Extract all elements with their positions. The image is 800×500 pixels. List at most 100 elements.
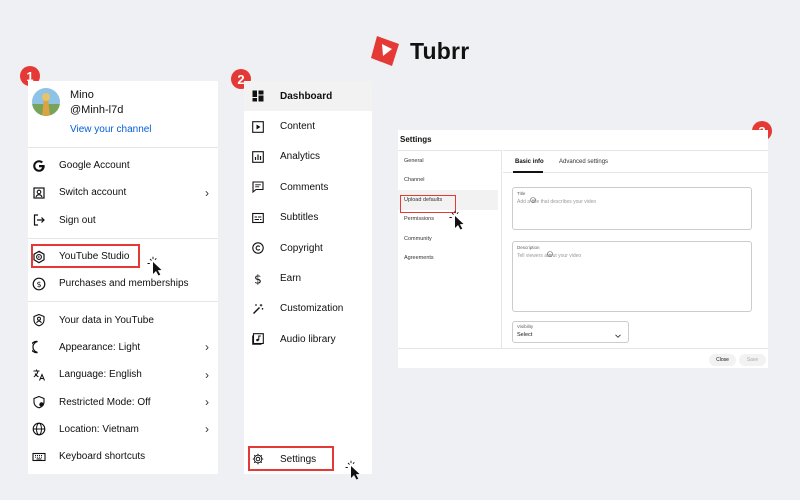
- nav-item-subtitles[interactable]: Subtitles: [244, 203, 372, 233]
- nav-item-earn[interactable]: $ Earn: [244, 263, 372, 293]
- visibility-select[interactable]: Visibility Select: [512, 321, 629, 343]
- sign-out-icon: [31, 212, 47, 228]
- settings-tab-channel[interactable]: Channel: [398, 171, 501, 191]
- nav-item-analytics[interactable]: Analytics: [244, 142, 372, 172]
- settings-tab-community[interactable]: Community: [398, 229, 501, 249]
- menu-group-studio: YouTube Studio $ Purchases and membershi…: [28, 239, 218, 303]
- chevron-down-icon: [614, 327, 622, 345]
- translate-icon: [31, 367, 47, 383]
- tab-bar: Basic info Advanced settings: [503, 151, 768, 173]
- chevron-right-icon: ›: [205, 422, 209, 437]
- dialog-footer: Close Save: [398, 348, 768, 368]
- menu-item-google-account[interactable]: Google Account: [28, 152, 218, 179]
- shield-person-icon: [31, 312, 47, 328]
- brand-name: Tubrr: [410, 37, 470, 64]
- settings-tab-agreements[interactable]: Agreements: [398, 249, 501, 269]
- nav-item-dashboard[interactable]: Dashboard: [244, 81, 372, 112]
- nav-item-label: Audio library: [280, 333, 336, 345]
- nav-item-label: Customization: [280, 303, 344, 315]
- nav-item-comments[interactable]: Comments: [244, 172, 372, 202]
- dashboard-icon: [251, 89, 265, 103]
- menu-item-label: Appearance: Light: [59, 341, 141, 353]
- keyboard-icon: [31, 449, 47, 465]
- subtitles-icon: [251, 211, 265, 225]
- title-field-label: Title: [517, 191, 526, 196]
- cursor-click-icon: [449, 210, 464, 230]
- menu-item-label: Purchases and memberships: [59, 278, 189, 290]
- tab-basic-info[interactable]: Basic info: [515, 159, 544, 165]
- upload-defaults-panel: Basic info Advanced settings Title Add a…: [503, 150, 768, 348]
- menu-item-appearance[interactable]: Appearance: Light ›: [28, 334, 218, 361]
- analytics-icon: [251, 150, 265, 164]
- nav-item-customization[interactable]: Customization: [244, 294, 372, 324]
- nav-item-audio-library[interactable]: Audio library: [244, 324, 372, 354]
- cursor-click-icon: [345, 460, 360, 480]
- nav-item-content[interactable]: Content: [244, 111, 372, 141]
- globe-icon: [31, 421, 47, 437]
- info-icon: [547, 244, 553, 262]
- avatar[interactable]: [32, 88, 60, 116]
- moon-icon: [31, 339, 47, 355]
- menu-item-label: Sign out: [59, 214, 96, 226]
- visibility-label: Visibility: [517, 324, 534, 329]
- nav-item-label: Earn: [280, 273, 302, 285]
- title-field-placeholder: Add a title that describes your video: [517, 199, 597, 205]
- chevron-right-icon: ›: [205, 395, 209, 410]
- nav-item-label: Analytics: [280, 151, 321, 163]
- menu-item-your-data[interactable]: Your data in YouTube: [28, 306, 218, 333]
- nav-item-label: Subtitles: [280, 212, 319, 224]
- svg-text:$: $: [36, 280, 41, 289]
- menu-item-label: Your data in YouTube: [59, 314, 154, 326]
- nav-item-label: Dashboard: [280, 90, 333, 102]
- menu-item-switch-account[interactable]: Switch account ›: [28, 179, 218, 206]
- comments-icon: [251, 180, 265, 194]
- audio-library-icon: [251, 332, 265, 346]
- save-button[interactable]: Save: [739, 354, 766, 366]
- menu-item-sign-out[interactable]: Sign out: [28, 207, 218, 234]
- close-button[interactable]: Close: [709, 354, 736, 366]
- menu-item-label: Restricted Mode: Off: [59, 396, 151, 408]
- settings-sidebar: General Channel Upload defaults Permissi…: [398, 150, 502, 348]
- menu-item-label: Switch account: [59, 187, 127, 199]
- youtube-studio-icon: [31, 249, 47, 265]
- dollar-icon: $: [251, 272, 265, 286]
- description-field-label: Description: [517, 245, 540, 250]
- menu-item-language[interactable]: Language: English ›: [28, 361, 218, 388]
- menu-item-youtube-studio[interactable]: YouTube Studio: [28, 243, 218, 270]
- active-tab-indicator: [513, 171, 543, 173]
- menu-item-restricted-mode[interactable]: Restricted Mode: Off ›: [28, 388, 218, 415]
- chevron-right-icon: ›: [205, 367, 209, 382]
- menu-item-label: Location: Vietnam: [59, 423, 139, 435]
- menu-item-purchases[interactable]: $ Purchases and memberships: [28, 270, 218, 297]
- copyright-icon: [251, 241, 265, 255]
- settings-dialog: Settings General Channel Upload defaults…: [398, 130, 768, 368]
- content-icon: [251, 120, 265, 134]
- menu-group-account: Google Account Switch account › Sign out: [28, 148, 218, 239]
- tubrr-logo-icon: [371, 36, 399, 66]
- dollar-icon: $: [31, 276, 47, 292]
- menu-item-location[interactable]: Location: Vietnam ›: [28, 416, 218, 443]
- visibility-value: Select: [517, 332, 533, 338]
- tubrr-logo: Tubrr: [369, 34, 469, 68]
- nav-item-label: Copyright: [280, 242, 323, 254]
- menu-group-settings: Your data in YouTube Appearance: Light ›…: [28, 302, 218, 474]
- cursor-click-icon: [147, 256, 162, 276]
- account-menu: Mino @Minh-l7d View your channel Google …: [28, 81, 218, 474]
- profile-name: Mino: [70, 89, 94, 101]
- menu-item-label: Language: English: [59, 369, 142, 381]
- menu-item-label: Google Account: [59, 160, 130, 172]
- restricted-shield-icon: [31, 394, 47, 410]
- google-icon: [31, 158, 47, 174]
- menu-item-keyboard-shortcuts[interactable]: Keyboard shortcuts: [28, 443, 218, 470]
- menu-item-label: YouTube Studio: [59, 251, 130, 263]
- profile-handle: @Minh-l7d: [70, 104, 124, 116]
- magic-wand-icon: [251, 302, 265, 316]
- title-field[interactable]: Title Add a title that describes your vi…: [512, 187, 752, 230]
- nav-item-copyright[interactable]: Copyright: [244, 233, 372, 263]
- view-channel-link[interactable]: View your channel: [70, 124, 152, 135]
- tab-advanced-settings[interactable]: Advanced settings: [559, 159, 608, 165]
- settings-tab-general[interactable]: General: [398, 151, 501, 171]
- profile-header: Mino @Minh-l7d View your channel: [28, 81, 218, 148]
- info-icon: [530, 190, 536, 208]
- nav-item-label: Settings: [280, 453, 317, 465]
